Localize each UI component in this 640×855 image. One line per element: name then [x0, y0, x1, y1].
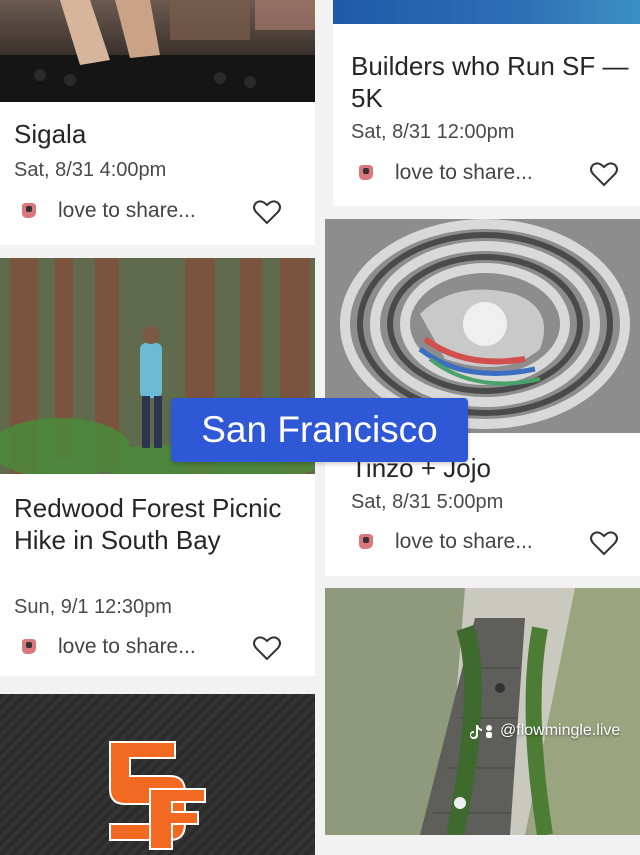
event-date: Sun, 9/1 12:30pm [14, 596, 172, 618]
heart-icon[interactable] [589, 159, 619, 189]
share-text: love to share... [58, 635, 196, 658]
stairs-hillside-illustration [325, 588, 640, 835]
share-row: love to share... [18, 632, 196, 662]
share-row: love to share... [355, 527, 533, 557]
event-date: Sat, 8/31 4:00pm [14, 159, 167, 181]
event-image-stairs[interactable] [325, 588, 640, 835]
event-card-redwood-hike[interactable]: Redwood Forest Picnic Hike in South Bay … [0, 258, 315, 676]
event-card-stairs[interactable] [325, 588, 640, 835]
event-image-giants[interactable] [0, 694, 315, 855]
event-title[interactable]: Sigala [14, 118, 86, 150]
heart-icon[interactable] [252, 197, 282, 227]
hand-icon [359, 165, 373, 180]
share-text: love to share... [395, 161, 533, 184]
watermark-text: @flowmingle.live [500, 722, 621, 739]
event-card-sigala[interactable]: Sigala Sat, 8/31 4:00pm love to share... [0, 0, 315, 245]
share-text: love to share... [395, 530, 533, 553]
event-image-builders[interactable] [333, 0, 640, 24]
share-row: love to share... [18, 196, 196, 226]
giants-logo-icon [109, 741, 206, 850]
event-date: Sat, 8/31 5:00pm [351, 491, 504, 513]
tiktok-icon [470, 725, 492, 739]
event-date: Sat, 8/31 12:00pm [351, 121, 515, 143]
share-row: love to share... [355, 158, 533, 188]
event-card-giants[interactable] [0, 694, 315, 855]
heart-icon[interactable] [589, 528, 619, 558]
watermark: @flowmingle.live [470, 722, 620, 740]
event-card-builders-run[interactable]: Builders who Run SF — 5K Sat, 8/31 12:00… [333, 0, 640, 206]
hand-icon [22, 639, 36, 654]
event-image-dj[interactable] [0, 0, 315, 102]
hand-icon [22, 203, 36, 218]
event-title[interactable]: Builders who Run SF — 5K [351, 50, 636, 114]
event-title[interactable]: Redwood Forest Picnic Hike in South Bay [14, 492, 304, 556]
hand-icon [359, 534, 373, 549]
location-banner: San Francisco [171, 398, 468, 462]
heart-icon[interactable] [252, 633, 282, 663]
dj-decks-illustration [0, 0, 315, 102]
share-text: love to share... [58, 199, 196, 222]
